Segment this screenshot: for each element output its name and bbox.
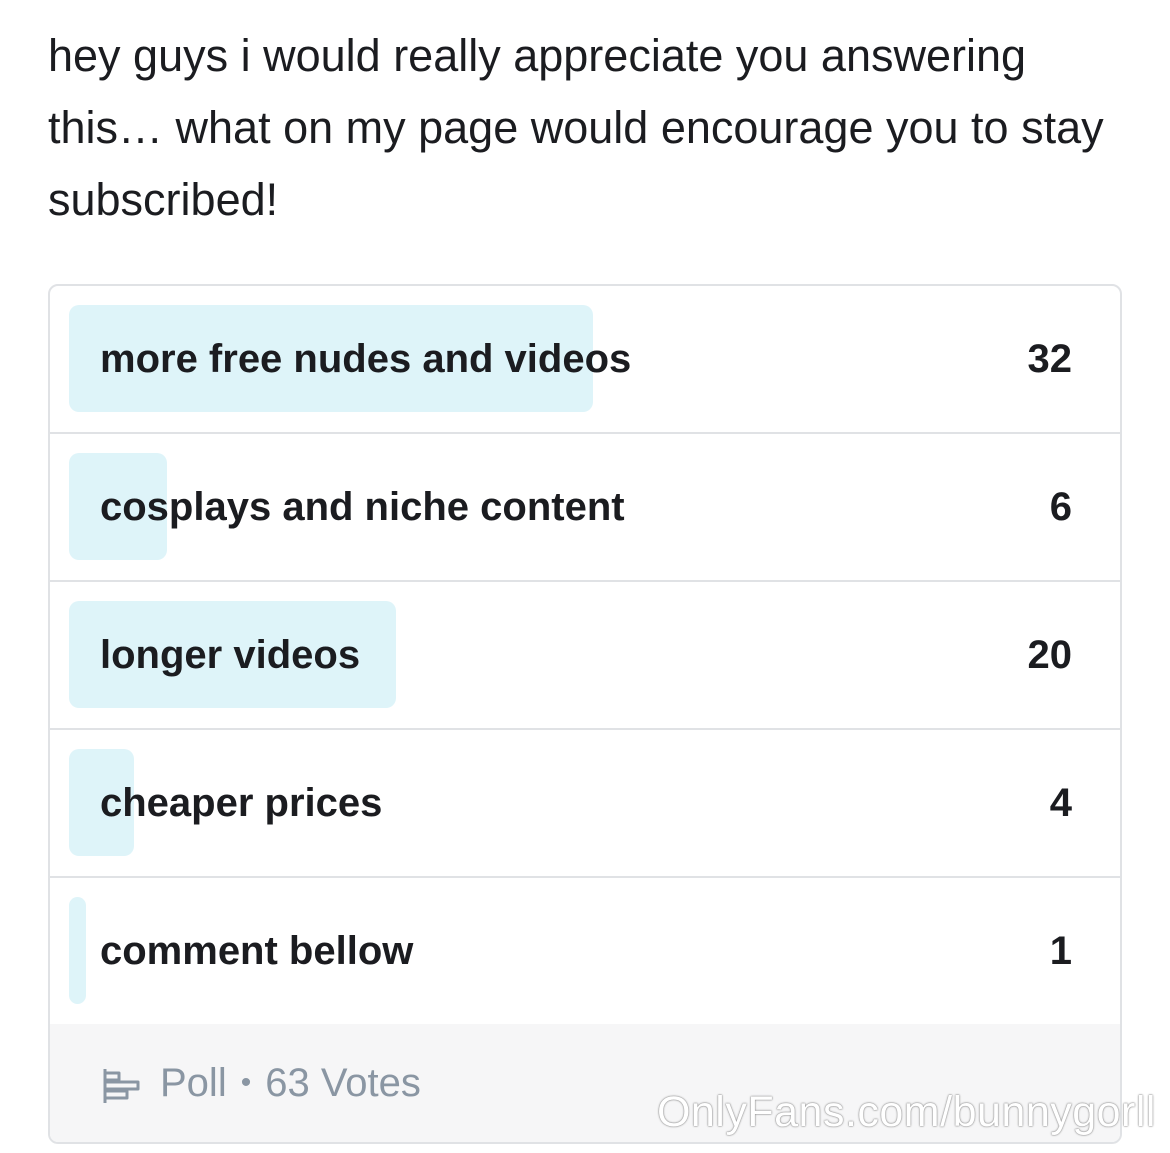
- poll-option-votes: 1: [1049, 929, 1072, 973]
- poll-option-votes: 32: [1027, 337, 1073, 381]
- poll-option-5[interactable]: comment bellow 1: [50, 878, 1120, 1026]
- poll-option-label: more free nudes and videos: [100, 337, 632, 381]
- poll-option-votes: 6: [1049, 485, 1072, 529]
- poll-summary: Poll • 63 Votes: [160, 1024, 421, 1142]
- poll-option-label: comment bellow: [100, 929, 414, 973]
- poll-vote-total: 63 Votes: [265, 1061, 421, 1105]
- watermark: OnlyFans.com/bunnygorll: [656, 1088, 1156, 1136]
- poll-option-label: cheaper prices: [100, 781, 383, 825]
- poll-option-2[interactable]: cosplays and niche content 6: [50, 434, 1120, 582]
- poll-icon: [103, 1069, 140, 1103]
- poll-option-1[interactable]: more free nudes and videos 32: [50, 286, 1120, 434]
- poll-card: more free nudes and videos 32 cosplays a…: [48, 284, 1122, 1144]
- separator-dot: •: [240, 1066, 252, 1099]
- poll-option-votes: 20: [1027, 633, 1073, 677]
- poll-type-label: Poll: [160, 1061, 227, 1105]
- poll-option-label: cosplays and niche content: [100, 485, 625, 529]
- poll-option-4[interactable]: cheaper prices 4: [50, 730, 1120, 878]
- post-text: hey guys i would really appreciate you a…: [48, 30, 1104, 225]
- poll-result-bar: [69, 897, 86, 1004]
- poll-option-label: longer videos: [100, 633, 361, 677]
- poll-option-votes: 4: [1049, 781, 1072, 825]
- poll-option-3[interactable]: longer videos 20: [50, 582, 1120, 730]
